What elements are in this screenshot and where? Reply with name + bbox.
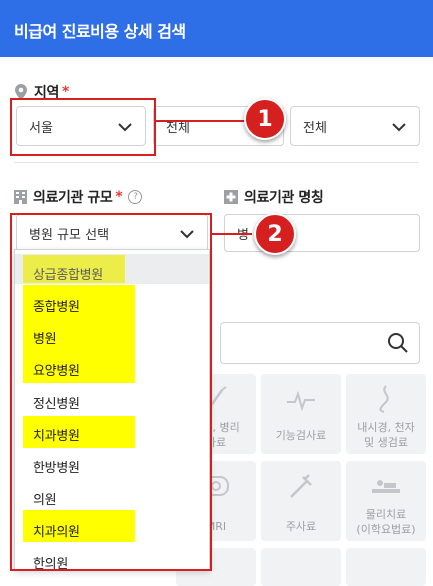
help-icon[interactable]: ?: [128, 190, 143, 204]
section-divider: [14, 162, 419, 163]
search-input[interactable]: [220, 322, 420, 364]
category-tile-injection[interactable]: 주사료: [261, 461, 341, 541]
heart-monitor-icon: [287, 390, 315, 412]
chevron-down-icon: [392, 123, 406, 132]
callout-badge-1: 1: [244, 98, 286, 140]
annotation-line-1: [156, 120, 248, 122]
facility-scale-label-row: 의료기관 규모 * ?: [14, 187, 143, 207]
facility-name-label: 의료기관 명칭: [244, 190, 324, 206]
category-tile-partial[interactable]: [261, 548, 341, 586]
category-tile-line2: (이학요법료): [356, 523, 416, 536]
search-icon[interactable]: [387, 332, 409, 354]
category-tile-line1: 내시경, 천자: [357, 421, 415, 434]
page-title: 비급여 진료비용 상세 검색: [0, 0, 433, 57]
category-tile-physical-therapy[interactable]: 물리치료 (이학요법료): [346, 461, 426, 541]
category-tile-line1: 주사료: [285, 520, 317, 533]
town-select[interactable]: 전체: [290, 106, 420, 146]
category-tile-endoscopy[interactable]: 내시경, 천자 및 생검료: [346, 374, 426, 454]
hospital-cross-icon: [224, 190, 238, 204]
category-tile-line1: 물리치료: [365, 508, 407, 521]
endoscope-icon: [379, 385, 389, 413]
facility-scale-label: 의료기관 규모: [33, 190, 113, 206]
category-tile-partial[interactable]: [346, 548, 426, 586]
facility-name-label-row: 의료기관 명칭: [224, 187, 324, 207]
annotation-box-region: [10, 98, 156, 156]
syringe-icon: [290, 474, 312, 498]
therapy-bed-icon: [372, 480, 400, 493]
category-tile-line1: 기능검사료: [275, 429, 327, 442]
category-tile-function-test[interactable]: 기능검사료: [261, 374, 341, 454]
required-mark: *: [115, 189, 123, 205]
annotation-box-scale: [10, 213, 212, 571]
building-icon: [14, 190, 27, 204]
category-tile-line2: 및 생검료: [364, 436, 408, 449]
town-select-value: 전체: [303, 120, 327, 136]
callout-badge-2: 2: [254, 213, 296, 255]
annotation-line-2: [212, 233, 252, 235]
